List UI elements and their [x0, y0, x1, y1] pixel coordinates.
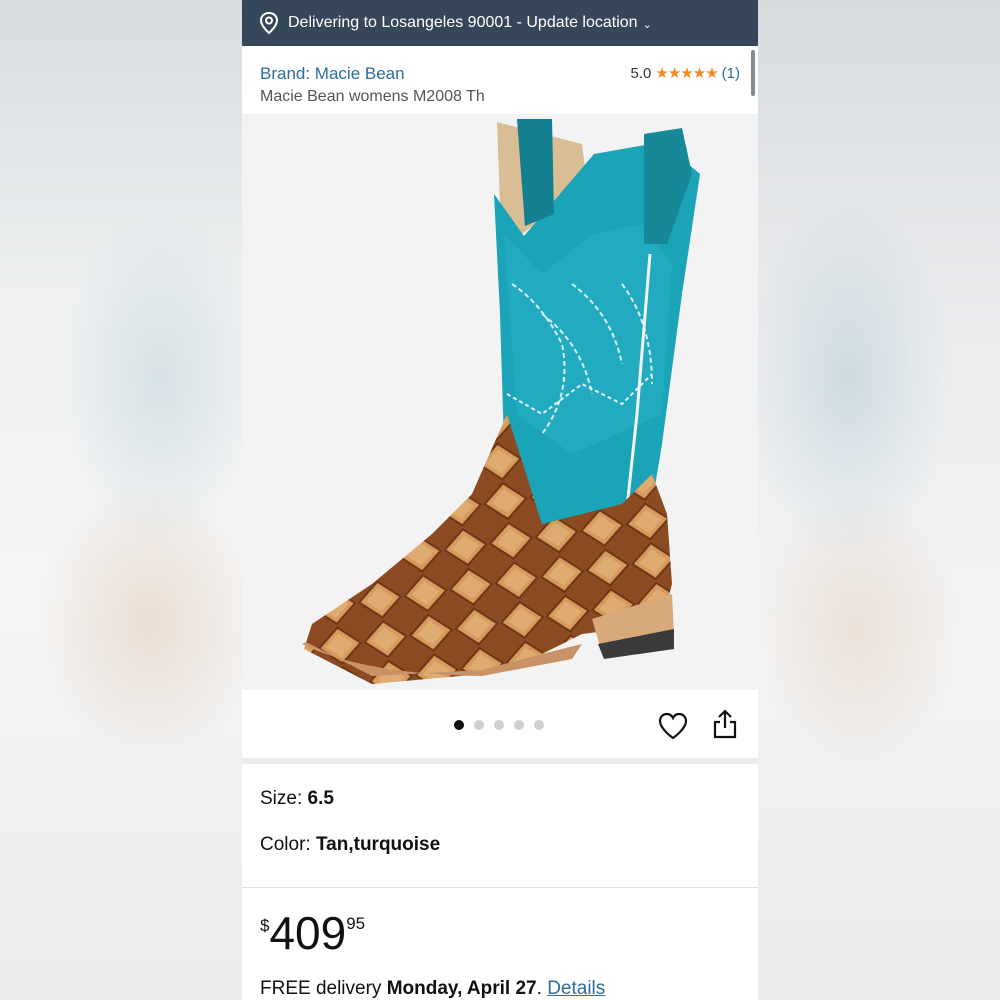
carousel-dot[interactable] — [514, 720, 524, 730]
boot-image — [302, 119, 700, 684]
delivery-location-text: Delivering to Losangeles 90001 - Update … — [288, 14, 638, 31]
product-image[interactable] — [242, 114, 758, 690]
carousel-dot[interactable] — [534, 720, 544, 730]
rating-count-link[interactable]: (1) — [722, 65, 740, 82]
chevron-down-icon: ⌄ — [642, 19, 652, 31]
delivery-location-bar[interactable]: Delivering to Losangeles 90001 - Update … — [242, 0, 758, 46]
delivery-estimate: FREE delivery Monday, April 27. Details — [260, 978, 605, 1000]
phone-screen: Delivering to Losangeles 90001 - Update … — [242, 0, 758, 1000]
price-whole: 409 — [269, 907, 347, 959]
rating-summary[interactable]: 5.0 ★★★★★ (1) — [630, 64, 740, 83]
star-rating-icon: ★★★★★ — [655, 65, 718, 82]
delivery-prefix: FREE delivery — [260, 978, 387, 999]
size-value: 6.5 — [307, 788, 334, 809]
price: $ 409 95 — [260, 910, 365, 956]
background-right — [758, 0, 1000, 1000]
location-pin-icon — [258, 11, 280, 35]
delivery-details-link[interactable]: Details — [547, 978, 605, 999]
color-value: Tan,turquoise — [315, 834, 441, 855]
delivery-date: Monday, April 27 — [386, 978, 537, 999]
price-block: $ 409 95 — [242, 888, 758, 978]
color-label: Color: — [260, 834, 316, 855]
scrollbar[interactable] — [751, 50, 755, 96]
carousel-dot[interactable] — [474, 720, 484, 730]
background-left — [0, 0, 242, 1000]
product-title: Macie Bean womens M2008 Th — [260, 88, 485, 105]
heart-icon[interactable] — [658, 712, 688, 740]
size-label: Size: — [260, 788, 308, 809]
brand-link[interactable]: Brand: Macie Bean — [260, 64, 405, 84]
product-header: Brand: Macie Bean Macie Bean womens M200… — [242, 46, 758, 114]
size-row[interactable]: Size: 6.5 — [260, 788, 740, 834]
image-carousel-controls — [242, 690, 758, 758]
share-icon[interactable] — [712, 708, 738, 740]
variation-section: Size: 6.5 Color: Tan,turquoise — [242, 764, 758, 888]
delivery-suffix: . — [536, 978, 548, 999]
carousel-dot[interactable] — [454, 720, 464, 730]
carousel-dots — [454, 720, 544, 730]
rating-value: 5.0 — [630, 64, 652, 82]
price-currency-symbol: $ — [260, 916, 270, 935]
carousel-dot[interactable] — [494, 720, 504, 730]
color-row[interactable]: Color: Tan,turquoise — [260, 834, 740, 880]
price-fraction: 95 — [346, 914, 366, 933]
